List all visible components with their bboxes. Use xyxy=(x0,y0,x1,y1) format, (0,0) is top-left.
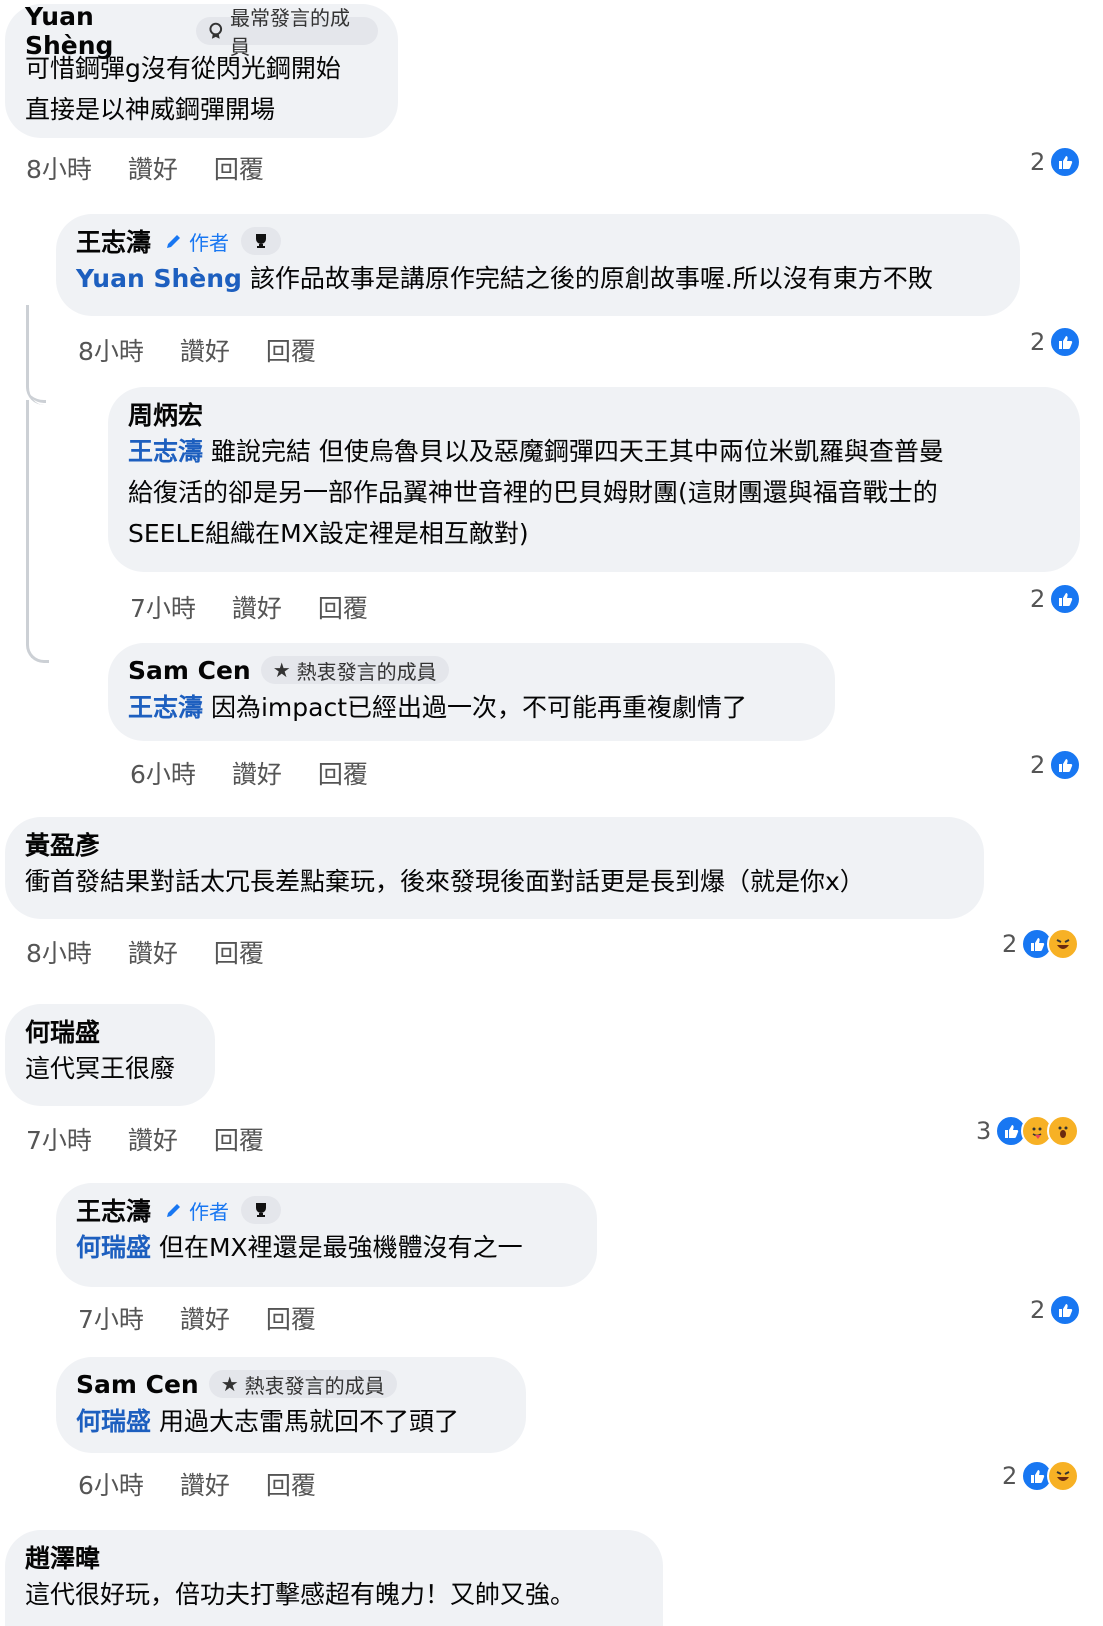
mention-link[interactable]: 何瑞盛 xyxy=(76,1407,151,1436)
comment-bubble: 王志濤 作者 Yuan Shèng 該作品故事是講原作完結之後的原創故事喔.所以… xyxy=(56,214,1020,316)
reply-button[interactable]: 回覆 xyxy=(266,1300,316,1336)
reaction-count: 3 xyxy=(976,1117,992,1145)
reaction-summary[interactable]: 2 xyxy=(1030,1294,1082,1326)
comment-text: SEELE組織在MX設定裡是相互敵對) xyxy=(128,519,529,548)
commenter-name[interactable]: 王志濤 xyxy=(76,1192,151,1228)
medal-icon xyxy=(209,22,223,39)
comment-bubble: Yuan Shèng 最常發言的成員 可惜鋼彈g沒有從閃光鋼開始 直接是以神威鋼… xyxy=(5,2,398,138)
comment-text: 這代很好玩，倍功夫打擊感超有魄力！又帥又強。 xyxy=(25,1580,576,1609)
comment-bubble: 趙澤暐 這代很好玩，倍功夫打擊感超有魄力！又帥又強。 xyxy=(5,1530,663,1626)
like-icon xyxy=(1049,326,1082,358)
commenter-name[interactable]: 王志濤 xyxy=(76,223,151,259)
comment-bubble: Sam Cen ★ 熱衷發言的成員 何瑞盛 用過大志雷馬就回不了頭了 xyxy=(56,1357,526,1453)
author-badge: 作者 xyxy=(161,227,233,255)
mention-link[interactable]: 王志濤 xyxy=(128,693,203,722)
pencil-icon xyxy=(167,235,181,248)
comment-text: 雖說完結 但使烏魯貝以及惡魔鋼彈四天王其中兩位米凱羅與查普曼 xyxy=(210,437,944,466)
badge-label: 作者 xyxy=(189,230,230,255)
reply-button[interactable]: 回覆 xyxy=(266,1466,316,1502)
reply-button[interactable]: 回覆 xyxy=(318,755,368,791)
comment-text: 該作品故事是講原作完結之後的原創故事喔.所以沒有東方不敗 xyxy=(249,264,933,293)
member-badge: ★ 熱衷發言的成員 xyxy=(208,1370,397,1398)
badge-label: 熱衷發言的成員 xyxy=(296,659,437,684)
comment-time[interactable]: 7小時 xyxy=(78,1300,144,1336)
reply-button[interactable]: 回覆 xyxy=(214,1121,264,1157)
comment-time[interactable]: 8小時 xyxy=(78,332,144,368)
comment-text: 用過大志雷馬就回不了頭了 xyxy=(158,1407,459,1436)
commenter-name[interactable]: 周炳宏 xyxy=(128,396,203,432)
like-button[interactable]: 讚好 xyxy=(180,332,230,368)
comment-text: 這代冥王很廢 xyxy=(25,1054,176,1083)
comment-bubble: 王志濤 作者 何瑞盛 但在MX裡還是最強機體沒有之一 xyxy=(56,1183,597,1287)
comment-bubble: 黃盈彥 衝首發結果對話太冗長差點棄玩，後來發現後面對話更是長到爆（就是你x） xyxy=(5,817,984,919)
reaction-count: 2 xyxy=(1030,148,1046,176)
comment-time[interactable]: 8小時 xyxy=(26,150,92,186)
like-button[interactable]: 讚好 xyxy=(232,755,282,791)
comment-text: 因為impact已經出過一次，不可能再重複劇情了 xyxy=(210,693,748,722)
badge-label: 作者 xyxy=(189,1199,230,1224)
haha-icon xyxy=(1047,928,1080,960)
reaction-summary[interactable]: 2 xyxy=(1002,1460,1080,1492)
comment-text: 但在MX裡還是最強機體沒有之一 xyxy=(158,1233,523,1262)
member-badge: ★ 熱衷發言的成員 xyxy=(260,656,449,684)
reaction-summary[interactable]: 2 xyxy=(1030,146,1082,178)
wow-icon xyxy=(1047,1115,1080,1147)
reaction-count: 2 xyxy=(1002,930,1018,958)
like-button[interactable]: 讚好 xyxy=(128,934,178,970)
trophy-icon xyxy=(241,227,282,255)
like-button[interactable]: 讚好 xyxy=(180,1300,230,1336)
member-badge: 最常發言的成員 xyxy=(196,6,378,59)
like-button[interactable]: 讚好 xyxy=(180,1466,230,1502)
reply-button[interactable]: 回覆 xyxy=(318,589,368,625)
reaction-count: 2 xyxy=(1030,751,1046,779)
reply-button[interactable]: 回覆 xyxy=(214,934,264,970)
comment-time[interactable]: 8小時 xyxy=(26,934,92,970)
comment-text: 直接是以神威鋼彈開場 xyxy=(25,95,276,124)
mention-link[interactable]: 王志濤 xyxy=(128,437,203,466)
like-icon xyxy=(1049,1294,1082,1326)
haha-icon xyxy=(1047,1460,1080,1492)
reaction-summary[interactable]: 2 xyxy=(1030,583,1082,615)
reaction-summary[interactable]: 3 xyxy=(976,1115,1080,1147)
comment-text: 可惜鋼彈g沒有從閃光鋼開始 xyxy=(25,54,341,83)
comment-time[interactable]: 7小時 xyxy=(26,1121,92,1157)
comment-text: 給復活的卻是另一部作品翼神世音裡的巴貝姆財團(這財團還與福音戰士的 xyxy=(128,478,938,507)
commenter-name[interactable]: 趙澤暐 xyxy=(25,1539,100,1575)
comment-text: 衝首發結果對話太冗長差點棄玩，後來發現後面對話更是長到爆（就是你x） xyxy=(25,867,865,896)
comment-bubble: 周炳宏 王志濤 雖說完結 但使烏魯貝以及惡魔鋼彈四天王其中兩位米凱羅與查普曼 給… xyxy=(108,387,1080,572)
reaction-count: 2 xyxy=(1030,328,1046,356)
like-button[interactable]: 讚好 xyxy=(232,589,282,625)
commenter-name[interactable]: 黃盈彥 xyxy=(25,826,100,862)
like-icon xyxy=(1049,146,1082,178)
pencil-icon xyxy=(167,1204,181,1217)
reaction-summary[interactable]: 2 xyxy=(1030,749,1082,781)
author-badge: 作者 xyxy=(161,1196,233,1224)
commenter-name[interactable]: Sam Cen xyxy=(76,1370,199,1399)
reaction-summary[interactable]: 2 xyxy=(1030,326,1082,358)
reaction-count: 2 xyxy=(1030,585,1046,613)
like-button[interactable]: 讚好 xyxy=(128,1121,178,1157)
comment-time[interactable]: 7小時 xyxy=(130,589,196,625)
star-icon: ★ xyxy=(272,658,291,682)
mention-link[interactable]: Yuan Shèng xyxy=(76,264,242,293)
thread-line xyxy=(26,400,49,663)
reply-button[interactable]: 回覆 xyxy=(266,332,316,368)
star-icon: ★ xyxy=(220,1372,239,1396)
mention-link[interactable]: 何瑞盛 xyxy=(76,1233,151,1262)
comment-bubble: 何瑞盛 這代冥王很廢 xyxy=(5,1004,215,1106)
comment-bubble: Sam Cen ★ 熱衷發言的成員 王志濤 因為impact已經出過一次，不可能… xyxy=(108,643,835,741)
reply-button[interactable]: 回覆 xyxy=(214,150,264,186)
badge-label: 熱衷發言的成員 xyxy=(244,1373,385,1398)
comment-time[interactable]: 6小時 xyxy=(130,755,196,791)
reaction-count: 2 xyxy=(1030,1296,1046,1324)
reaction-summary[interactable]: 2 xyxy=(1002,928,1080,960)
commenter-name[interactable]: 何瑞盛 xyxy=(25,1013,100,1049)
trophy-icon xyxy=(241,1196,282,1224)
comment-time[interactable]: 6小時 xyxy=(78,1466,144,1502)
commenter-name[interactable]: Sam Cen xyxy=(128,656,251,685)
like-icon xyxy=(1049,749,1082,781)
like-icon xyxy=(1049,583,1082,615)
like-button[interactable]: 讚好 xyxy=(128,150,178,186)
reaction-count: 2 xyxy=(1002,1462,1018,1490)
